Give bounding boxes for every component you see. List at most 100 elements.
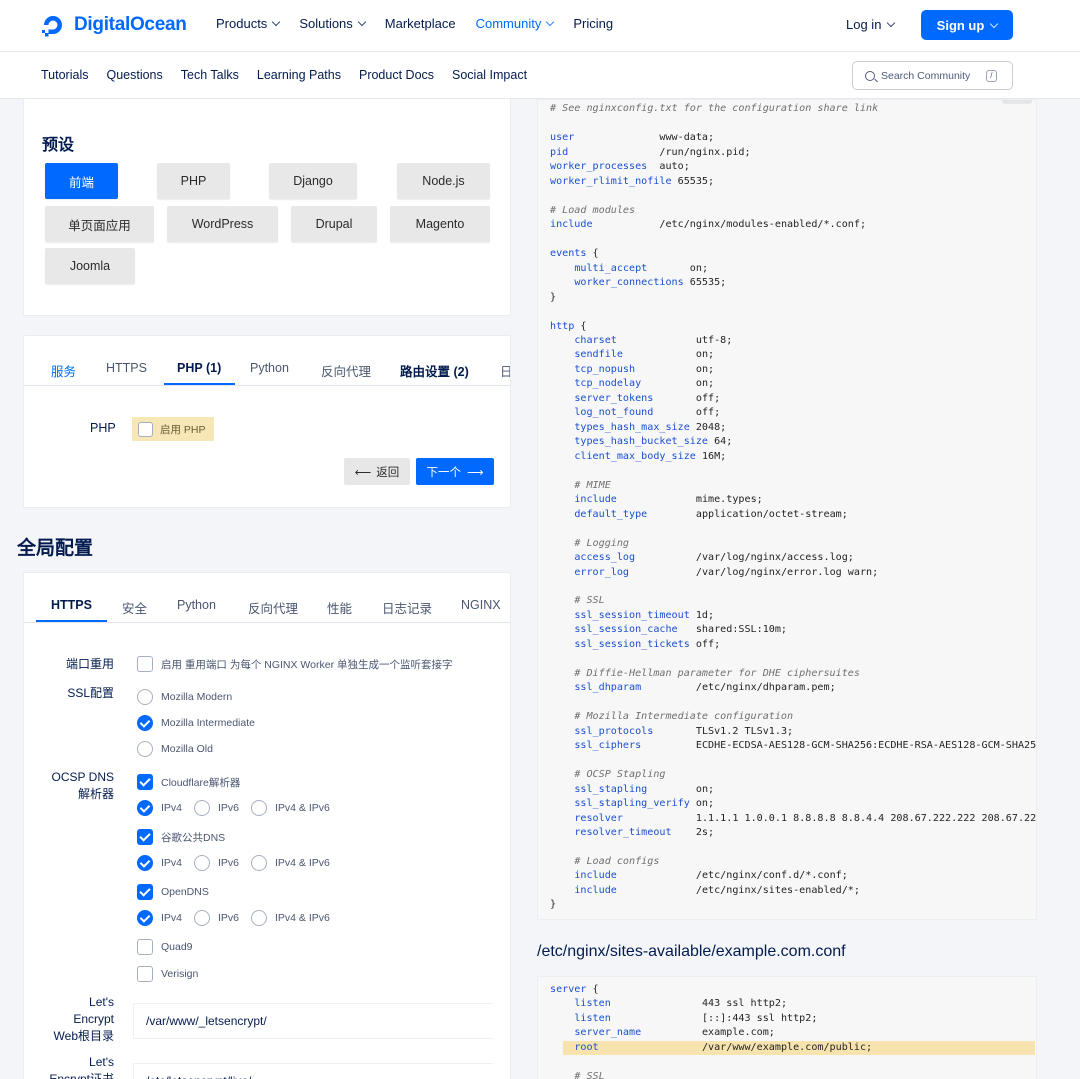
nav-item-pricing[interactable]: Pricing	[573, 16, 613, 31]
resolver-option[interactable]: 谷歌公共DNS	[137, 829, 225, 845]
tab-item[interactable]: Python	[177, 598, 216, 612]
tab-item[interactable]: HTTPS	[51, 598, 92, 612]
copy-button[interactable]	[1002, 100, 1032, 104]
resolver-checkbox[interactable]	[137, 829, 153, 845]
code-directive: listen	[574, 998, 611, 1010]
code-directive: worker_processes	[550, 161, 648, 173]
tab-item[interactable]: 安全	[122, 598, 147, 617]
code-value: 1d;	[695, 609, 715, 621]
preset-button[interactable]: Joomla	[45, 248, 135, 284]
tab-item[interactable]: 反向代理	[321, 361, 371, 380]
search-community-input[interactable]: Search Community /	[852, 61, 1013, 90]
code-value: application/octet-stream;	[695, 508, 848, 520]
ip-version-option[interactable]: IPv4 & IPv6	[251, 800, 330, 816]
resolver-option[interactable]: Quad9	[137, 939, 193, 955]
back-button[interactable]: ⟵ 返回	[344, 458, 410, 485]
tab-item[interactable]: 性能	[327, 598, 352, 617]
ip-version-option[interactable]: IPv4 & IPv6	[251, 910, 330, 926]
reuseport-option-label: 启用 重用端口 为每个 NGINX Worker 单独生成一个监听套接字	[161, 658, 453, 671]
ip-version-option[interactable]: IPv4	[137, 800, 182, 816]
resolver-option[interactable]: OpenDNS	[137, 884, 209, 900]
ip-version-radio[interactable]	[194, 800, 210, 816]
reuseport-option[interactable]: 启用 重用端口 为每个 NGINX Worker 单独生成一个监听套接字	[137, 656, 452, 672]
ip-version-option[interactable]: IPv6	[194, 855, 239, 871]
letsencrypt-webroot-input[interactable]: /var/www/_letsencrypt/	[133, 1003, 493, 1039]
nav-item-solutions[interactable]: Solutions	[299, 16, 367, 31]
ip-version-option[interactable]: IPv6	[194, 800, 239, 816]
ip-version-option[interactable]: IPv4	[137, 910, 182, 926]
ip-version-option[interactable]: IPv6	[194, 910, 239, 926]
reuseport-checkbox[interactable]	[137, 656, 153, 672]
tab-item[interactable]: HTTPS	[106, 361, 147, 375]
code-value: 16M;	[701, 450, 727, 462]
enable-php-option[interactable]: 启用 PHP	[132, 417, 214, 441]
ip-version-radio[interactable]	[251, 910, 267, 926]
ip-version-radio[interactable]	[194, 855, 210, 871]
resolver-checkbox[interactable]	[137, 774, 153, 790]
ip-version-radio[interactable]	[251, 800, 267, 816]
nav-item-label: Marketplace	[384, 16, 456, 31]
subnav-link-5[interactable]: Social Impact	[452, 68, 527, 82]
resolver-checkbox[interactable]	[137, 939, 153, 955]
ip-version-option[interactable]: IPv4	[137, 855, 182, 871]
preset-button[interactable]: Drupal	[291, 206, 377, 242]
ssl-option[interactable]: Mozilla Intermediate	[137, 715, 255, 731]
resolver-checkbox[interactable]	[137, 966, 153, 982]
preset-button[interactable]: 单页面应用	[45, 206, 154, 242]
tab-item[interactable]: 服务	[51, 361, 76, 380]
back-label: 返回	[376, 466, 400, 479]
signup-label: Sign up	[936, 17, 985, 33]
tab-item[interactable]: 日	[500, 361, 510, 380]
preset-button[interactable]: 前端	[45, 163, 118, 199]
login-link[interactable]: Log in	[846, 17, 896, 32]
tab-item[interactable]: 日志记录	[382, 598, 432, 617]
resolver-checkbox[interactable]	[137, 884, 153, 900]
tab-item[interactable]: 反向代理	[248, 598, 298, 617]
nav-item-products[interactable]: Products	[216, 16, 281, 31]
tab-item[interactable]: 路由设置 (2)	[400, 361, 469, 380]
signup-button[interactable]: Sign up	[921, 10, 1013, 40]
ip-version-radio[interactable]	[137, 910, 153, 926]
subnav-link-1[interactable]: Questions	[106, 68, 162, 82]
enable-php-checkbox[interactable]	[138, 421, 153, 437]
code-value: TLSv1.2 TLSv1.3;	[695, 725, 794, 737]
preset-button[interactable]: WordPress	[167, 206, 278, 242]
letsencrypt-cert-input[interactable]: /etc/letsencrypt/live/	[133, 1063, 493, 1079]
subnav-link-4[interactable]: Product Docs	[359, 68, 434, 82]
subnav-link-0[interactable]: Tutorials	[41, 68, 88, 82]
ssl-option-radio[interactable]	[137, 741, 153, 757]
ssl-option-radio[interactable]	[137, 715, 153, 731]
code-line: user www-data;	[550, 132, 714, 143]
subnav-link-2[interactable]: Tech Talks	[181, 68, 239, 82]
ip-version-radio[interactable]	[137, 855, 153, 871]
subnav-link-3[interactable]: Learning Paths	[257, 68, 341, 82]
preset-button[interactable]: Node.js	[397, 163, 490, 199]
code-line: # Diffie-Hellman parameter for DHE ciphe…	[550, 668, 860, 679]
resolver-option[interactable]: Cloudflare解析器	[137, 774, 240, 790]
code-value: on;	[695, 783, 715, 795]
arrow-left-icon: ⟵	[354, 466, 372, 479]
top-navigation: DigitalOcean Products Solutions Marketplac…	[0, 0, 1080, 52]
brand-logo[interactable]: DigitalOcean	[40, 12, 187, 38]
tab-item[interactable]: PHP (1)	[177, 361, 221, 375]
preset-button[interactable]: Magento	[390, 206, 490, 242]
nav-item-marketplace[interactable]: Marketplace	[385, 16, 456, 31]
ip-version-radio[interactable]	[137, 800, 153, 816]
ssl-option[interactable]: Mozilla Old	[137, 741, 213, 757]
code-value: 65535;	[677, 175, 715, 187]
nav-item-label: Solutions	[299, 16, 353, 31]
ip-version-radio[interactable]	[194, 910, 210, 926]
nav-item-community[interactable]: Community	[476, 16, 555, 31]
preset-button[interactable]: Django	[269, 163, 357, 199]
ip-version-option[interactable]: IPv4 & IPv6	[251, 855, 330, 871]
ssl-option[interactable]: Mozilla Modern	[137, 689, 232, 705]
next-button[interactable]: 下一个 ⟶	[416, 458, 494, 485]
tab-item[interactable]: Python	[250, 361, 289, 375]
preset-button[interactable]: PHP	[157, 163, 230, 199]
resolver-option[interactable]: Verisign	[137, 966, 198, 982]
ip-version-radio[interactable]	[251, 855, 267, 871]
site-conf-filename: /etc/nginx/sites-available/example.com.c…	[537, 943, 846, 960]
tab-item[interactable]: NGINX	[461, 598, 501, 612]
nav-item-label: Pricing	[573, 16, 614, 31]
ssl-option-radio[interactable]	[137, 689, 153, 705]
